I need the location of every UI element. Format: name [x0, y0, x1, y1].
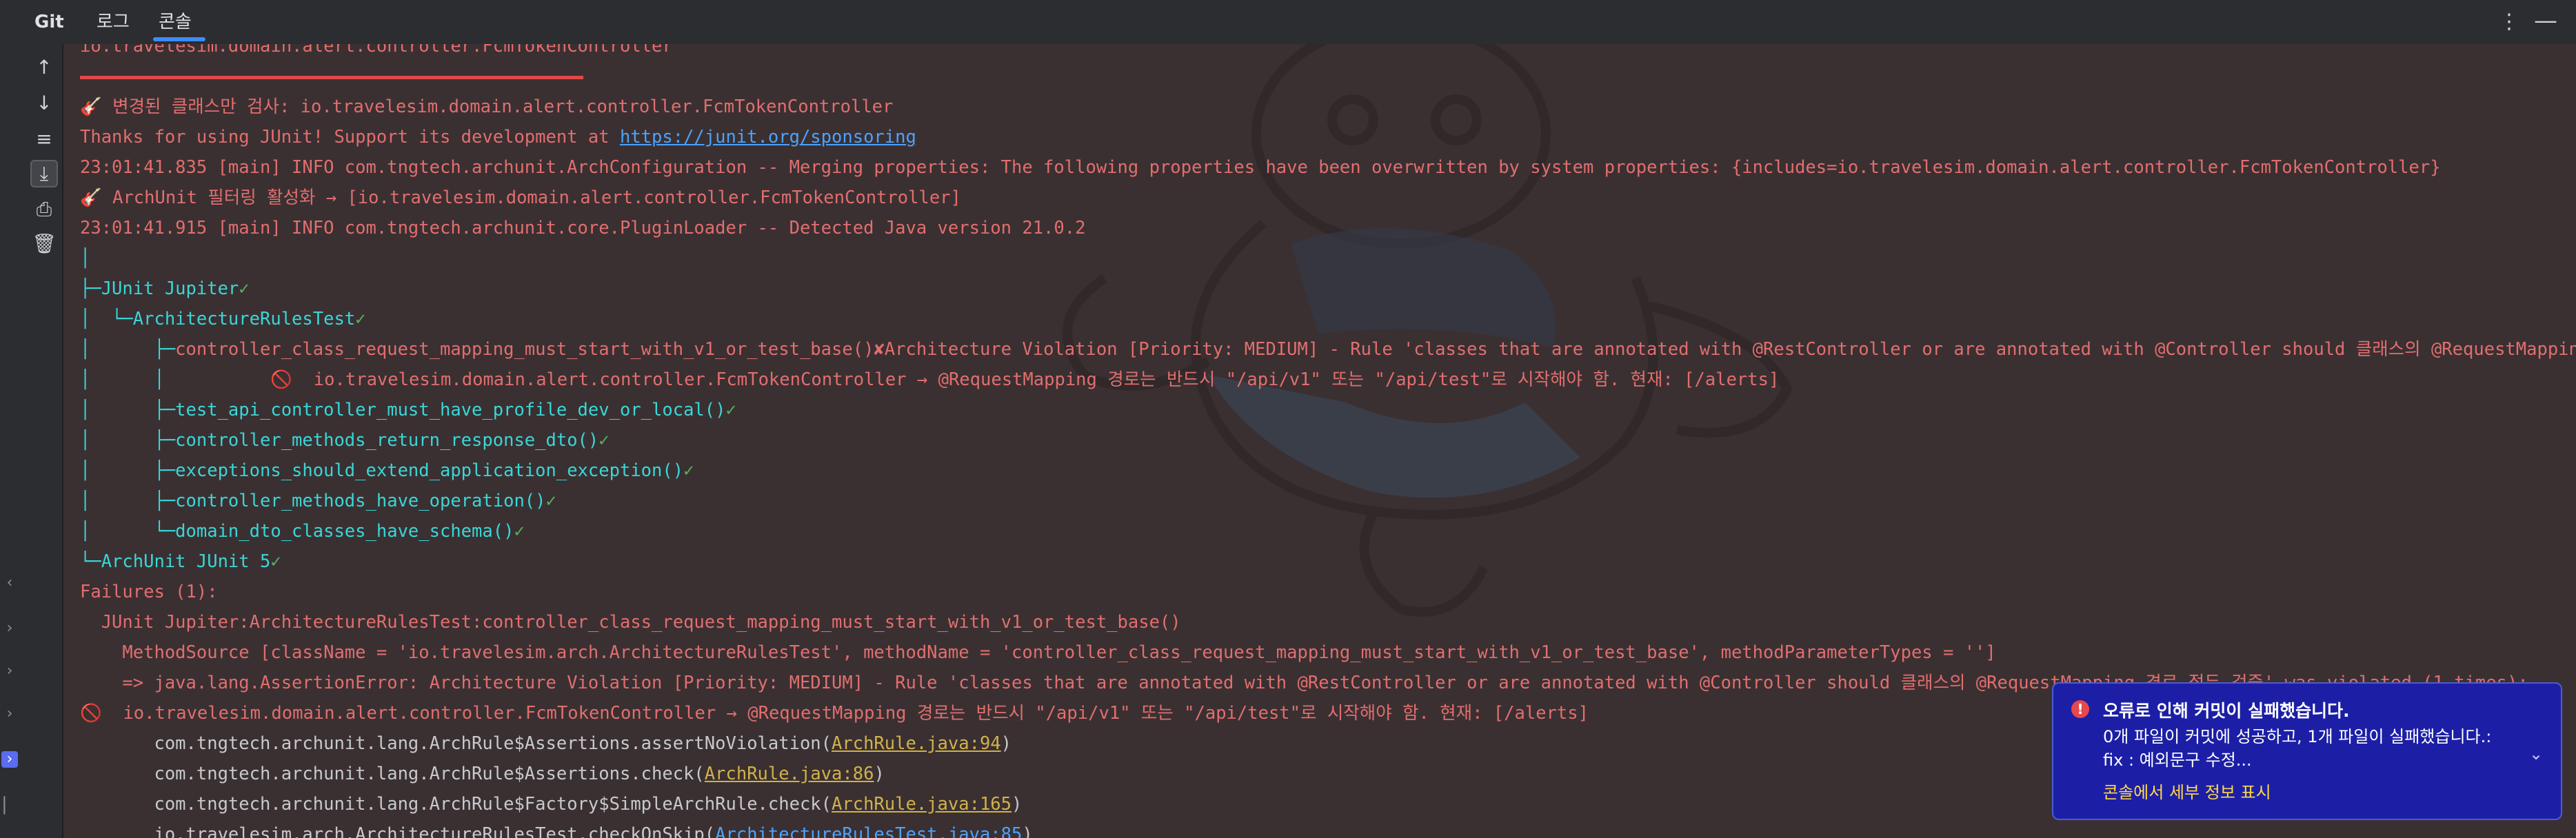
source-link[interactable]: ArchRule.java:165: [832, 794, 1012, 815]
console-line: 🎸 변경된 클래스만 검사: io.travelesim.domain.aler…: [80, 96, 894, 117]
tree-line: └─ArchUnit JUnit 5✓: [80, 546, 2576, 577]
check-icon: ✓: [545, 491, 556, 511]
minimize-icon[interactable]: —: [2532, 7, 2559, 34]
scroll-to-end-icon[interactable]: ⤓: [30, 160, 58, 187]
tree-branch: │ ├─: [80, 491, 176, 511]
test-name: exceptions_should_extend_application_exc…: [175, 460, 684, 481]
tree-line: │ │ 🚫 io.travelesim.domain.alert.control…: [80, 365, 2576, 395]
failed-test-name: controller_class_request_mapping_must_st…: [175, 339, 874, 360]
tree-line-failed-test: │ ├─controller_class_request_mapping_mus…: [80, 334, 2576, 365]
tree-line: │ └─domain_dto_classes_have_schema()✓: [80, 516, 2576, 546]
stack-text: com.tngtech.archunit.lang.ArchRule$Facto…: [80, 794, 832, 815]
console-line: JUnit Jupiter:ArchitectureRulesTest:cont…: [80, 612, 1181, 633]
tree-line: │ ├─test_api_controller_must_have_profil…: [80, 395, 2576, 425]
tree-line: │ ├─controller_methods_have_operation()✓: [80, 486, 2576, 516]
test-name: controller_methods_have_operation(): [175, 491, 546, 511]
tree-node-architecture-rules-test: │ └─ArchitectureRulesTest: [80, 309, 356, 329]
edge-arrow-icon[interactable]: ‹: [1, 575, 18, 591]
junit-sponsoring-link[interactable]: https://junit.org/sponsoring: [620, 127, 916, 147]
console-line: 23:01:41.835 [main] INFO com.tngtech.arc…: [80, 157, 2441, 178]
check-icon: ✓: [683, 460, 694, 481]
trash-icon[interactable]: 🗑: [30, 230, 58, 258]
arrow-down-icon[interactable]: ↓: [30, 90, 58, 117]
check-icon: ✓: [725, 400, 736, 420]
tree-line: │: [80, 248, 91, 269]
tab-log[interactable]: 로그: [97, 8, 130, 36]
edge-terminal-icon[interactable]: ▏: [1, 798, 18, 815]
stack-text-end: ): [1012, 794, 1023, 815]
check-icon: ✓: [355, 309, 366, 329]
violation-detail: 🚫 io.travelesim.domain.alert.controller.…: [164, 369, 1780, 390]
failure-message: ✘Architecture Violation [Priority: MEDIU…: [874, 339, 2576, 360]
tree-branch: │ ├─: [80, 339, 176, 360]
test-name: test_api_controller_must_have_profile_de…: [175, 400, 726, 420]
tree-node-junit-jupiter: ├─JUnit Jupiter: [80, 278, 239, 299]
tree-branch: │ ├─: [80, 400, 176, 420]
tab-git[interactable]: Git: [34, 8, 64, 36]
console-text: Thanks for using JUnit! Support its deve…: [80, 127, 620, 147]
stack-text: com.tngtech.archunit.lang.ArchRule$Asser…: [80, 764, 705, 784]
stack-frame: io.travelesim.arch.ArchitectureRulesTest…: [80, 819, 2576, 838]
active-tab-indicator: [153, 37, 205, 41]
error-icon: !: [2071, 700, 2089, 718]
show-details-in-console-link[interactable]: 콘솔에서 세부 정보 표시: [2103, 779, 2271, 803]
tree-line: │ ├─controller_methods_return_response_d…: [80, 425, 2576, 456]
check-icon: ✓: [270, 551, 281, 572]
tree-branch: │ └─: [80, 521, 176, 542]
tab-console[interactable]: 콘솔: [159, 8, 192, 36]
soft-wrap-icon[interactable]: ≡: [30, 125, 58, 153]
console-line: io.travelesim.domain.alert.controller.Fc…: [80, 44, 673, 57]
tree-line: ├─JUnit Jupiter✓: [80, 274, 2576, 304]
chevron-down-icon[interactable]: ⌄: [2529, 744, 2543, 764]
left-edge-strip: ‹ › › › › ▏: [0, 44, 23, 838]
tree-branch: │ ├─: [80, 460, 176, 481]
stack-text-end: ): [1022, 824, 1033, 838]
source-link[interactable]: ArchitectureRulesTest.java:85: [715, 824, 1022, 838]
console-line: 23:01:41.915 [main] INFO com.tngtech.arc…: [80, 218, 1086, 238]
console-line: Thanks for using JUnit! Support its deve…: [80, 122, 2576, 152]
check-icon: ✓: [514, 521, 525, 542]
arrow-up-icon[interactable]: ↑: [30, 54, 58, 81]
stack-text: io.travelesim.arch.ArchitectureRulesTest…: [80, 824, 716, 838]
tree-line: │ ├─exceptions_should_extend_application…: [80, 456, 2576, 486]
tree-branch: │ │: [80, 369, 165, 390]
console-line: 🎸 ArchUnit 필터링 활성화 → [io.travelesim.doma…: [80, 187, 961, 208]
source-link[interactable]: ArchRule.java:86: [705, 764, 874, 784]
stack-text-end: ): [1000, 733, 1012, 754]
test-name: controller_methods_return_response_dto(): [175, 430, 599, 451]
tool-window-tab-bar: Git 로그 콘솔 ⋮ —: [0, 0, 2576, 45]
tree-branch: │ ├─: [80, 430, 176, 451]
stack-text-end: ): [874, 764, 885, 784]
notification-body: 0개 파일이 커밋에 성공하고, 1개 파일이 실패했습니다.: fix : 예…: [2103, 727, 2492, 770]
stack-text: com.tngtech.archunit.lang.ArchRule$Asser…: [80, 733, 832, 754]
edge-chevron-icon[interactable]: ›: [1, 663, 18, 679]
edge-bracket-icon[interactable]: ›: [1, 620, 18, 637]
tree-node-archunit-junit5: └─ArchUnit JUnit 5: [80, 551, 271, 572]
tree-line: │ └─ArchitectureRulesTest✓: [80, 304, 2576, 334]
print-icon[interactable]: ⎙: [30, 196, 58, 223]
check-icon: ✓: [598, 430, 610, 451]
console-line: Failures (1):: [80, 582, 218, 602]
edge-active-tool-icon[interactable]: ›: [1, 751, 18, 768]
edge-tool-icon[interactable]: ›: [1, 706, 18, 722]
more-options-icon[interactable]: ⋮: [2499, 10, 2519, 34]
test-name: domain_dto_classes_have_schema(): [175, 521, 514, 542]
console-toolbar: ↑ ↓ ≡ ⤓ ⎙ 🗑: [23, 44, 63, 838]
notification-title: 오류로 인해 커밋이 실패했습니다.: [2103, 701, 2350, 721]
commit-failed-notification[interactable]: ! 오류로 인해 커밋이 실패했습니다. 0개 파일이 커밋에 성공하고, 1개…: [2052, 682, 2562, 820]
source-link[interactable]: ArchRule.java:94: [832, 733, 1001, 754]
console-line: MethodSource [className = 'io.travelesim…: [80, 642, 1996, 663]
separator-line: [80, 61, 2576, 92]
check-icon: ✓: [239, 278, 250, 299]
